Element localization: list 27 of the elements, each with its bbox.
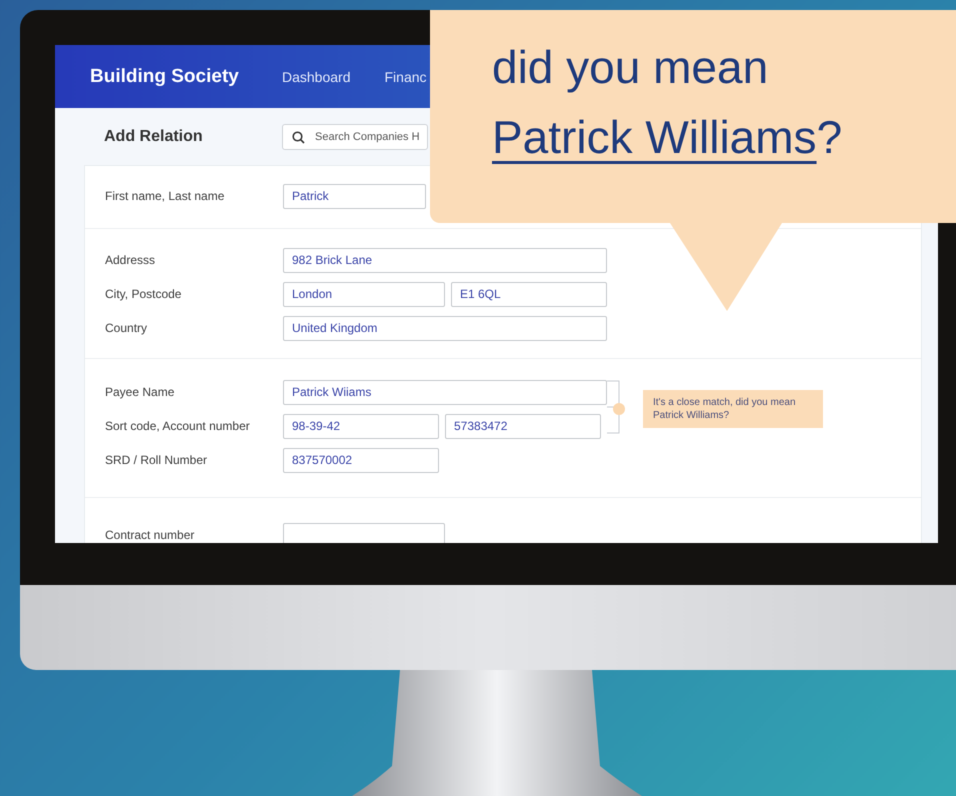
field-label: First name, Last name [105, 189, 226, 203]
input-field[interactable]: 98-39-42 [283, 414, 439, 438]
input-field[interactable]: 982 Brick Lane [283, 248, 607, 272]
input-field[interactable]: 57383472 [445, 414, 601, 438]
input-field[interactable]: E1 6QL [451, 282, 607, 306]
nav-link[interactable]: Financ [384, 68, 427, 84]
field-label: Contract number [105, 528, 196, 542]
field-label: Sort code, Account number [105, 419, 251, 433]
input-field[interactable]: Patrick Wiiams [283, 380, 607, 404]
callout-text: did you mean Patrick Williams? [492, 40, 844, 165]
field-label: SRD / Roll Number [105, 453, 208, 467]
connector-drawing [607, 380, 625, 434]
nav-link[interactable]: Dashboard [282, 68, 350, 84]
brand-name: Building Society [90, 66, 240, 88]
search-field[interactable]: Search Companies H [282, 124, 428, 150]
field-label: Addresss [105, 253, 156, 267]
input-field[interactable]: United Kingdom [283, 316, 607, 340]
field-label: Payee Name [105, 385, 176, 399]
field-label: City, Postcode [105, 287, 182, 301]
input-field[interactable]: Patrick [283, 184, 426, 208]
field-label: Country [105, 321, 148, 335]
input-field[interactable]: 837570002 [283, 448, 439, 472]
match-suggestion: It's a close match, did you mean Patrick Williams? [643, 390, 823, 428]
page-title: Add Relation [104, 128, 204, 146]
input-field[interactable] [283, 522, 445, 543]
input-field[interactable]: London [283, 282, 445, 306]
suggestion-link[interactable]: Patrick Williams [492, 111, 817, 163]
